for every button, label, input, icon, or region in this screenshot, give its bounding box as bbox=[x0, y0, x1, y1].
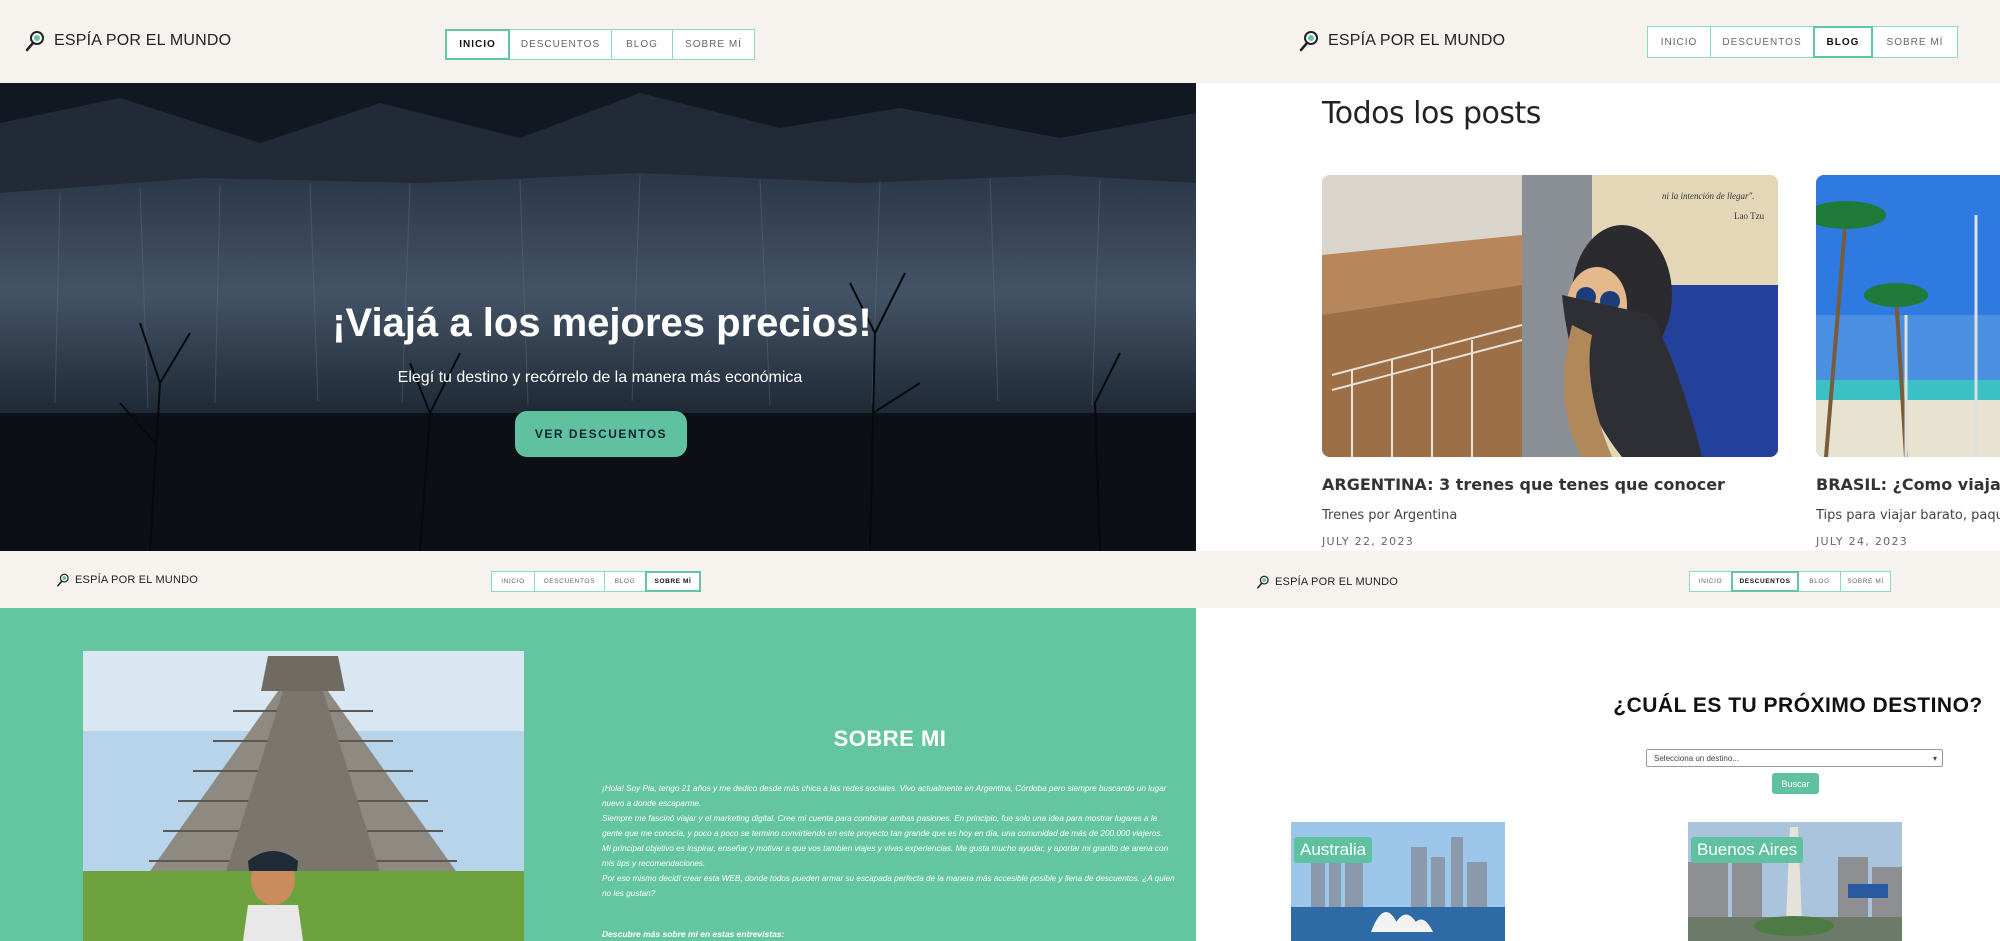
main-nav: INICIO DESCUENTOS BLOG SOBRE MÍ bbox=[445, 29, 755, 60]
brand-name: ESPÍA POR EL MUNDO bbox=[1275, 576, 1398, 588]
post-card[interactable]: BRASIL: ¿Como viajar barato? Tips para v… bbox=[1816, 175, 2000, 548]
discounts-page: ESPÍA POR EL MUNDO INICIO DESCUENTOS BLO… bbox=[1196, 551, 2000, 941]
chevron-down-icon: ▾ bbox=[1932, 753, 1937, 763]
nav-sobre-mi[interactable]: SOBRE MÍ bbox=[1872, 26, 1958, 58]
brand-name: ESPÍA POR EL MUNDO bbox=[54, 32, 232, 49]
brand-name: ESPÍA POR EL MUNDO bbox=[1328, 32, 1506, 49]
post-image[interactable] bbox=[1816, 175, 2000, 457]
nav-sobre-mi[interactable]: SOBRE MÍ bbox=[1840, 571, 1891, 592]
post-subtitle: Tips para viajar barato, paquetes bbox=[1816, 508, 2000, 523]
about-photo bbox=[83, 651, 524, 941]
destination-card[interactable]: Australia bbox=[1291, 822, 1505, 941]
posts-heading: Todos los posts bbox=[1322, 96, 1541, 131]
magnifier-logo-icon bbox=[25, 31, 44, 52]
site-logo[interactable]: ESPÍA POR EL MUNDO bbox=[56, 573, 198, 587]
hero-banner: ¡Viajá a los mejores precios! Elegí tu d… bbox=[0, 83, 1196, 551]
about-page: ESPÍA POR EL MUNDO INICIO DESCUENTOS BLO… bbox=[0, 551, 1196, 941]
site-header: ESPÍA POR EL MUNDO INICIO DESCUENTOS BLO… bbox=[0, 0, 1196, 83]
about-paragraph: Por eso mismo decidí crear esta WEB, don… bbox=[602, 874, 1175, 898]
post-date: JULY 22, 2023 bbox=[1322, 535, 1415, 548]
nav-descuentos[interactable]: DESCUENTOS bbox=[1731, 571, 1799, 592]
post-image[interactable]: ni la intención de llegar". Lao Tzu bbox=[1322, 175, 1778, 457]
destination-select-placeholder: Selecciona un destino... bbox=[1654, 753, 1739, 763]
nav-blog[interactable]: BLOG bbox=[1813, 26, 1873, 58]
nav-descuentos[interactable]: DESCUENTOS bbox=[1710, 26, 1814, 58]
nav-inicio[interactable]: INICIO bbox=[491, 571, 535, 592]
about-text: ¡Hola! Soy Pia, tengo 21 años y me dedic… bbox=[602, 781, 1176, 901]
nav-inicio[interactable]: INICIO bbox=[1689, 571, 1732, 592]
about-heading: SOBRE MI bbox=[833, 726, 947, 751]
train-selfie-image: ni la intención de llegar". Lao Tzu bbox=[1322, 175, 1778, 457]
site-header: ESPÍA POR EL MUNDO INICIO DESCUENTOS BLO… bbox=[1196, 0, 2000, 83]
main-nav: INICIO DESCUENTOS BLOG SOBRE MÍ bbox=[1689, 571, 1891, 592]
brand-name: ESPÍA POR EL MUNDO bbox=[75, 574, 198, 586]
magnifier-logo-icon bbox=[1257, 575, 1269, 589]
site-header: ESPÍA POR EL MUNDO INICIO DESCUENTOS BLO… bbox=[1196, 551, 2000, 608]
about-paragraph: Siempre me fascinó viajar y el marketing… bbox=[602, 814, 1163, 838]
nav-blog[interactable]: BLOG bbox=[1798, 571, 1841, 592]
nav-inicio[interactable]: INICIO bbox=[1647, 26, 1711, 58]
magnifier-logo-icon bbox=[1299, 31, 1318, 52]
hero-subtitle: Elegí tu destino y recórrelo de la maner… bbox=[397, 369, 803, 386]
pyramid-photo bbox=[83, 651, 524, 941]
site-header: ESPÍA POR EL MUNDO INICIO DESCUENTOS BLO… bbox=[0, 551, 1196, 608]
site-logo[interactable]: ESPÍA POR EL MUNDO bbox=[1256, 575, 1398, 589]
nav-sobre-mi[interactable]: SOBRE MÍ bbox=[645, 571, 701, 592]
nav-sobre-mi[interactable]: SOBRE MÍ bbox=[672, 29, 755, 60]
destination-heading: ¿CUÁL ES TU PRÓXIMO DESTINO? bbox=[1613, 694, 1983, 717]
beach-palms-image bbox=[1816, 175, 2000, 457]
svg-text:ni la intención de llegar".: ni la intención de llegar". bbox=[1662, 191, 1755, 201]
interviews-label: Descubre más sobre mi en estas entrevist… bbox=[602, 929, 785, 939]
post-title[interactable]: BRASIL: ¿Como viajar barato? bbox=[1816, 475, 2000, 494]
hero-title: ¡Viajá a los mejores precios! bbox=[332, 301, 872, 345]
nav-blog[interactable]: BLOG bbox=[611, 29, 673, 60]
destination-card-label: Australia bbox=[1294, 837, 1373, 863]
nav-descuentos[interactable]: DESCUENTOS bbox=[509, 29, 612, 60]
nav-inicio[interactable]: INICIO bbox=[445, 29, 510, 60]
blog-page: ESPÍA POR EL MUNDO INICIO DESCUENTOS BLO… bbox=[1196, 0, 2000, 551]
svg-text:Lao Tzu: Lao Tzu bbox=[1734, 211, 1765, 221]
destination-card-label: Buenos Aires bbox=[1691, 837, 1804, 863]
ver-descuentos-button[interactable]: VER DESCUENTOS bbox=[515, 411, 687, 457]
nav-descuentos[interactable]: DESCUENTOS bbox=[534, 571, 605, 592]
site-logo[interactable]: ESPÍA POR EL MUNDO bbox=[24, 30, 231, 52]
buscar-button[interactable]: Buscar bbox=[1772, 773, 1819, 794]
magnifier-logo-icon bbox=[57, 573, 69, 587]
main-nav: INICIO DESCUENTOS BLOG SOBRE MÍ bbox=[1647, 26, 1958, 58]
about-paragraph: Mi principal objetivo es inspirar, enseñ… bbox=[602, 844, 1169, 868]
screenshot-collage: ESPÍA POR EL MUNDO INICIO DESCUENTOS BLO… bbox=[0, 0, 2000, 941]
nav-blog[interactable]: BLOG bbox=[604, 571, 646, 592]
destination-select[interactable]: Selecciona un destino... ▾ bbox=[1646, 749, 1943, 767]
about-paragraph: ¡Hola! Soy Pia, tengo 21 años y me dedic… bbox=[602, 784, 1167, 808]
main-nav: INICIO DESCUENTOS BLOG SOBRE MÍ bbox=[491, 571, 701, 592]
post-subtitle: Trenes por Argentina bbox=[1322, 508, 1458, 523]
post-title[interactable]: ARGENTINA: 3 trenes que tenes que conoce… bbox=[1322, 475, 1778, 494]
post-date: JULY 24, 2023 bbox=[1816, 535, 1909, 548]
home-page: ESPÍA POR EL MUNDO INICIO DESCUENTOS BLO… bbox=[0, 0, 1196, 551]
destination-card[interactable]: Buenos Aires bbox=[1688, 822, 1902, 941]
site-logo[interactable]: ESPÍA POR EL MUNDO bbox=[1298, 30, 1505, 52]
post-card[interactable]: ni la intención de llegar". Lao Tzu ARGE… bbox=[1322, 175, 1778, 548]
